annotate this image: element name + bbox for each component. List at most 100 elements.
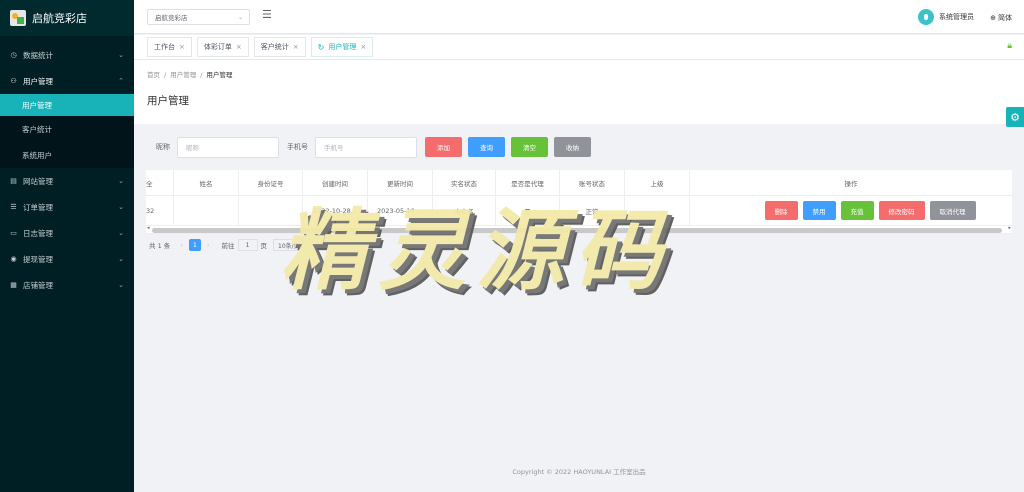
column-header: 全	[146, 170, 174, 195]
column-header: 实名状态	[433, 170, 496, 195]
column-header: 是否是代理	[496, 170, 560, 195]
top-header: 启航竞彩店 ⌄ ☰ 系统管理员 ⊕ 简体	[134, 0, 1024, 34]
recharge-button[interactable]: 充值	[840, 201, 874, 220]
site-icon: ▤	[10, 177, 17, 185]
sidebar-item-site-management[interactable]: ▤ 网站管理 ⌄	[0, 168, 134, 194]
cell-is-agent: 是	[496, 196, 560, 225]
language-label: 简体	[998, 14, 1012, 22]
chevron-down-icon: ⌄	[118, 51, 124, 59]
sidebar-item-log-management[interactable]: ▭ 日志管理 ⌄	[0, 220, 134, 246]
refresh-icon[interactable]: ↻	[318, 43, 325, 52]
chevron-down-icon: ⌄	[237, 13, 243, 21]
change-password-button[interactable]: 修改密码	[878, 201, 925, 220]
sidebar-item-order-management[interactable]: ☰ 订单管理 ⌄	[0, 194, 134, 220]
sidebar-item-label: 日志管理	[23, 228, 53, 238]
breadcrumb: 首页 / 用户管理 / 用户管理	[147, 71, 233, 79]
cell-realname-status: 未实名	[433, 196, 496, 225]
column-header: 上级	[625, 170, 690, 195]
scroll-left-icon[interactable]: ◂	[147, 225, 150, 231]
cell-id: 32	[146, 196, 174, 225]
sidebar-item-label: 提现管理	[23, 254, 53, 264]
column-header: 身份证号	[239, 170, 303, 195]
phone-label: 手机号	[287, 143, 308, 151]
list-icon: ☰	[10, 203, 17, 211]
close-icon[interactable]: ×	[179, 43, 185, 51]
chevron-down-icon: ⌄	[118, 203, 124, 211]
page-unit-label: 页	[260, 242, 268, 250]
store-icon: ▦	[10, 281, 17, 289]
tab-customer-stats[interactable]: 客户统计 ×	[253, 37, 306, 57]
sidebar-subitem-system-users[interactable]: 系统用户	[0, 142, 134, 168]
close-icon[interactable]: ×	[293, 43, 299, 51]
store-select[interactable]: 启航竞彩店 ⌄	[147, 9, 250, 25]
sidebar-subitem-user-management[interactable]: 用户管理	[0, 94, 134, 116]
page-size-select[interactable]: 10条/页	[273, 239, 313, 251]
store-select-value: 启航竞彩店	[155, 14, 188, 22]
goto-page-input[interactable]: 1	[237, 239, 258, 251]
table-row: 32 2022-10-28... 2023-05-10 ... 未实名 是 正常…	[146, 196, 1012, 226]
language-switch[interactable]: ⊕ 简体	[990, 13, 1012, 23]
goto-label: 前往	[221, 242, 235, 250]
column-header: 操作	[844, 179, 858, 188]
add-button[interactable]: 添加	[425, 137, 462, 157]
pagination: 共 1 条 ‹ 1 › 前往 1 页 10条/页	[149, 239, 313, 251]
column-header: 更新时间	[368, 170, 433, 195]
sidebar-item-label: 订单管理	[23, 202, 53, 212]
tab-workbench[interactable]: 工作台 ×	[147, 37, 192, 57]
delete-button[interactable]: 删除	[764, 201, 798, 220]
breadcrumb-level1[interactable]: 用户管理	[170, 71, 196, 79]
tab-user-management[interactable]: ↻ 用户管理 ×	[310, 37, 374, 57]
sidebar-item-data-stats[interactable]: ◷ 数据统计 ⌄	[0, 42, 134, 68]
tab-label: 体彩订单	[203, 43, 232, 51]
sidebar-item-label: 用户管理	[23, 76, 53, 86]
nickname-label: 昵称	[156, 143, 170, 151]
tab-label: 客户统计	[260, 43, 289, 51]
menu-fold-icon[interactable]: ☰	[262, 8, 272, 21]
cancel-agent-button[interactable]: 取消代理	[929, 201, 976, 220]
column-header: 创建时间	[303, 170, 368, 195]
submenu: 用户管理 客户统计 系统用户	[0, 94, 134, 168]
page-title: 用户管理	[147, 95, 189, 107]
scroll-right-icon[interactable]: ▸	[1008, 225, 1011, 231]
close-icon[interactable]: ×	[236, 43, 242, 51]
next-page-icon[interactable]: ›	[207, 241, 210, 249]
cell-account-status: 正常	[560, 196, 625, 225]
disable-button[interactable]: 禁用	[802, 201, 836, 220]
clear-button[interactable]: 清空	[511, 137, 548, 157]
prev-page-icon[interactable]: ‹	[180, 241, 183, 249]
tab-lottery-orders[interactable]: 体彩订单 ×	[196, 37, 249, 57]
chevron-down-icon: ⌄	[118, 281, 124, 289]
sidebar-item-store-management[interactable]: ▦ 店铺管理 ⌄	[0, 272, 134, 298]
page-number[interactable]: 1	[188, 239, 201, 251]
chevron-down-icon: ⌄	[118, 177, 124, 185]
user-table: 全 姓名 身份证号 创建时间 更新时间 实名状态 是否是代理 账号状态 上级 操…	[146, 170, 1012, 234]
cell-parent	[625, 196, 690, 225]
cell-created: 2022-10-28...	[303, 196, 368, 225]
row-actions: 删除 禁用 充值 修改密码 取消代理	[727, 201, 976, 220]
user-icon: ⚇	[10, 77, 17, 85]
tab-bar: 工作台 × 体彩订单 × 客户统计 × ↻ 用户管理 × 🔒︎	[134, 35, 1024, 60]
breadcrumb-home[interactable]: 首页	[147, 71, 160, 79]
column-header: 姓名	[174, 170, 239, 195]
user-menu[interactable]: 系统管理员	[918, 9, 974, 25]
close-icon[interactable]: ×	[360, 43, 366, 51]
cell-updated: 2023-05-10 ...	[368, 196, 433, 225]
sidebar-item-user-management[interactable]: ⚇ 用户管理 ⌃	[0, 68, 134, 94]
scrollbar-thumb[interactable]	[152, 228, 1002, 233]
nickname-input[interactable]: 昵称	[177, 136, 279, 158]
horizontal-scrollbar[interactable]: ◂ ▸	[146, 225, 1012, 234]
sidebar-subitem-customer-stats[interactable]: 客户统计	[0, 116, 134, 142]
sidebar-item-withdraw-management[interactable]: ◉ 提现管理 ⌄	[0, 246, 134, 272]
footer-copyright: Copyright © 2022 HAOYUNLAI 工作室出品	[512, 468, 646, 476]
total-count: 共 1 条	[149, 242, 171, 250]
cell-name	[174, 196, 239, 225]
cell-operations: 删除 禁用 充值 修改密码 取消代理	[690, 196, 1012, 225]
brand-title: 启航竞彩店	[32, 12, 87, 25]
phone-input[interactable]: 手机号	[315, 136, 417, 158]
cell-id-card	[239, 196, 303, 225]
lock-icon[interactable]: 🔒︎	[1007, 41, 1012, 51]
sidebar: 启航竞彩店 ◷ 数据统计 ⌄ ⚇ 用户管理 ⌃ 用户管理 客户统计 系统用户 ▤…	[0, 0, 134, 492]
query-button[interactable]: 查询	[468, 137, 505, 157]
collapse-button[interactable]: 收纳	[554, 137, 591, 157]
brand: 启航竞彩店	[0, 0, 134, 36]
